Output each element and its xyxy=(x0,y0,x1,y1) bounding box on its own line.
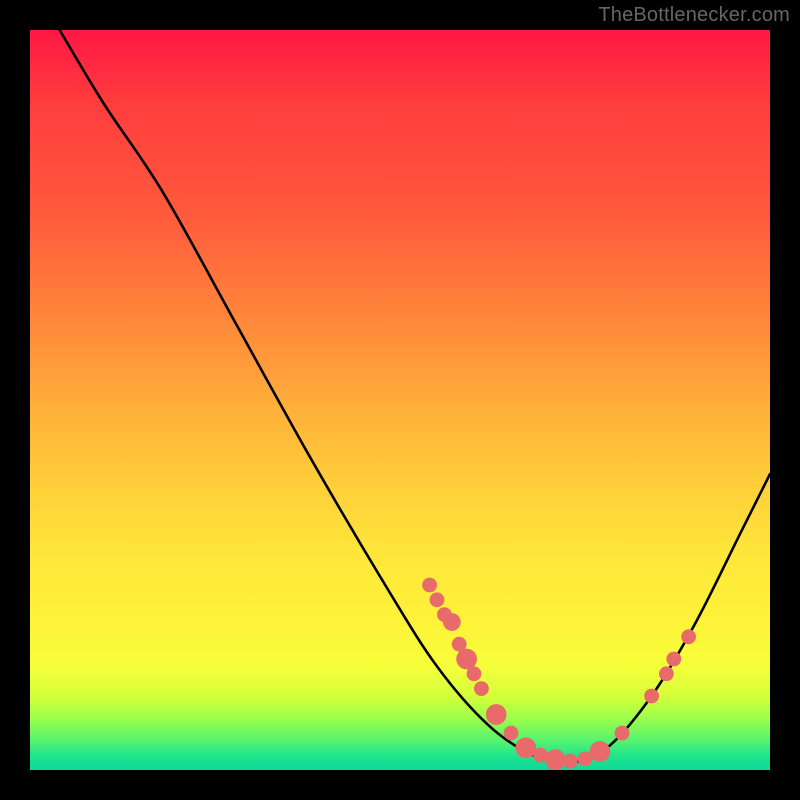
data-marker xyxy=(443,613,461,631)
marker-group xyxy=(422,578,696,770)
data-marker xyxy=(504,726,519,741)
data-marker xyxy=(681,629,696,644)
data-marker xyxy=(422,578,437,593)
data-marker xyxy=(545,749,566,770)
curve-svg xyxy=(30,30,770,770)
data-marker xyxy=(474,681,489,696)
data-marker xyxy=(666,652,681,667)
data-marker xyxy=(644,689,659,704)
data-marker xyxy=(430,592,445,607)
data-marker xyxy=(589,741,610,762)
source-attribution: TheBottlenecker.com xyxy=(598,4,790,27)
chart-frame: TheBottlenecker.com xyxy=(0,0,800,800)
data-marker xyxy=(615,726,630,741)
data-marker xyxy=(486,704,507,725)
bottleneck-curve xyxy=(60,30,770,763)
data-marker xyxy=(659,666,674,681)
plot-area xyxy=(30,30,770,770)
data-marker xyxy=(563,754,578,769)
data-marker xyxy=(515,737,536,758)
data-marker xyxy=(456,649,477,670)
data-marker xyxy=(467,666,482,681)
